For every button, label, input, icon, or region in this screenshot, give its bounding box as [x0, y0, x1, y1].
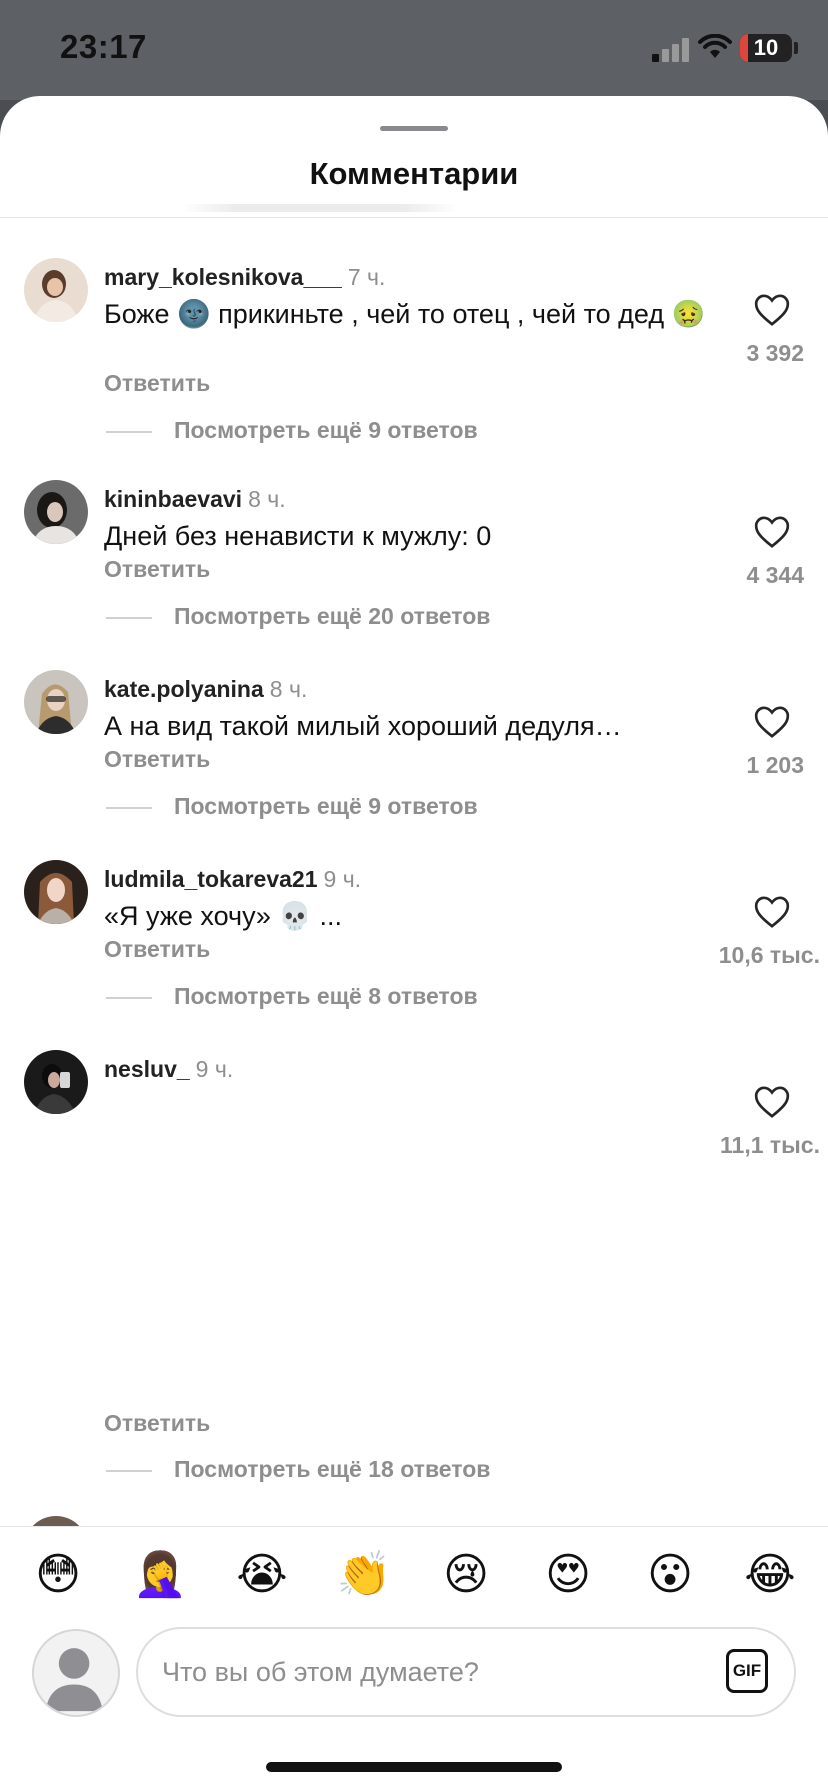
emoji-joy-button[interactable]: 😂: [740, 1545, 800, 1605]
view-replies-label: Посмотреть ещё 18 ответов: [174, 1456, 491, 1482]
heart-outline-icon[interactable]: [752, 290, 792, 330]
comment-time: 8 ч.: [269, 676, 308, 702]
comment-meta: kininbaevavi 8 ч.: [104, 486, 286, 513]
replies-divider: [106, 806, 152, 809]
view-replies-label: Посмотреть ещё 9 ответов: [174, 793, 478, 819]
battery-tip: [794, 42, 798, 54]
scrolled-content-remnant: [180, 204, 460, 212]
like-count: 1 203: [746, 752, 804, 778]
comments-sheet: Комментарии mary_kolesnikova___ 7 ч. Боже…: [0, 96, 828, 1792]
avatar[interactable]: [24, 480, 88, 544]
reply-button[interactable]: Ответить: [104, 936, 210, 963]
avatar[interactable]: [24, 1050, 88, 1114]
comment-meta: ludmila_tokareva21 9 ч.: [104, 866, 361, 893]
comment-text: А на вид такой милый хороший дедуля…: [104, 711, 622, 741]
heart-outline-icon[interactable]: [752, 892, 792, 932]
comment-meta: nesluv_ 9 ч.: [104, 1056, 233, 1083]
like-count: 4 344: [746, 562, 804, 588]
replies-divider: [106, 1469, 152, 1472]
heart-outline-icon[interactable]: [752, 702, 792, 742]
like-count: 11,1 тыс.: [720, 1132, 820, 1158]
like-count: 10,6 тыс.: [718, 942, 820, 968]
emoji-heart-eyes-button[interactable]: 😍: [538, 1545, 598, 1605]
emoji-sob-button[interactable]: 😭: [232, 1545, 292, 1605]
comment-username[interactable]: nesluv_: [104, 1056, 190, 1082]
emoji-flushed-button[interactable]: 😳: [28, 1545, 88, 1605]
comment-meta: mary_kolesnikova___ 7 ч.: [104, 264, 385, 291]
reply-button[interactable]: Ответить: [104, 556, 210, 583]
view-replies-label: Посмотреть ещё 20 ответов: [174, 603, 491, 629]
emoji-clap-button[interactable]: 👏: [334, 1545, 394, 1605]
comment-input[interactable]: [162, 1629, 702, 1715]
sheet-title: Комментарии: [309, 156, 519, 191]
battery-icon: 10: [740, 34, 792, 62]
home-indicator: [266, 1762, 562, 1772]
person-icon[interactable]: [32, 1629, 120, 1717]
header-divider: [0, 217, 828, 218]
comment-text: «Я уже хочу» 💀 ...: [104, 901, 343, 931]
view-replies-button[interactable]: Посмотреть ещё 9 ответов: [106, 793, 478, 820]
comment-username[interactable]: kininbaevavi: [104, 486, 242, 512]
comment-username[interactable]: ludmila_tokareva21: [104, 866, 318, 892]
gif-icon[interactable]: GIF: [726, 1649, 768, 1693]
comment-time: 7 ч.: [347, 264, 386, 290]
emoji-cry-button[interactable]: 😢: [436, 1545, 496, 1605]
view-replies-label: Посмотреть ещё 9 ответов: [174, 417, 478, 443]
reply-button[interactable]: Ответить: [104, 746, 210, 773]
view-replies-button[interactable]: Посмотреть ещё 18 ответов: [106, 1456, 490, 1483]
avatar[interactable]: [24, 258, 88, 322]
comment-input-container[interactable]: GIF: [136, 1627, 796, 1717]
view-replies-label: Посмотреть ещё 8 ответов: [174, 983, 478, 1009]
avatar[interactable]: [24, 860, 88, 924]
emoji-open-mouth-button[interactable]: 😮: [640, 1545, 700, 1605]
reply-button[interactable]: Ответить: [104, 370, 210, 397]
emoji-facepalm-button[interactable]: 🤦‍♀️: [130, 1545, 190, 1605]
view-replies-button[interactable]: Посмотреть ещё 20 ответов: [106, 603, 490, 630]
reply-button[interactable]: Ответить: [104, 1410, 210, 1437]
comment-meta: kate.polyanina 8 ч.: [104, 676, 307, 703]
comment-username[interactable]: mary_kolesnikova___: [104, 264, 342, 290]
battery-level: 10: [753, 35, 779, 60]
status-time: 23:17: [60, 28, 147, 65]
avatar[interactable]: [24, 670, 88, 734]
comment-time: 9 ч.: [195, 1056, 234, 1082]
comment-time: 8 ч.: [248, 486, 286, 512]
sheet-grabber[interactable]: [380, 126, 448, 131]
comment-text: Боже 🌚 прикиньте , чей то отец , чей то …: [104, 299, 706, 329]
wifi-icon: [698, 34, 732, 58]
status-bar: 23:17 10: [0, 0, 828, 100]
comment-text: Дней без ненависти к мужлу: 0: [104, 521, 492, 551]
like-count: 3 392: [746, 340, 804, 366]
view-replies-button[interactable]: Посмотреть ещё 9 ответов: [106, 417, 478, 444]
cellular-signal-icon: [652, 38, 690, 62]
comment-time: 9 ч.: [323, 866, 362, 892]
heart-outline-icon[interactable]: [752, 512, 792, 552]
view-replies-button[interactable]: Посмотреть ещё 8 ответов: [106, 983, 478, 1010]
replies-divider: [106, 996, 152, 999]
quick-emoji-bar: 😳 🤦‍♀️ 😭 👏 😢 😍 😮 😂: [0, 1545, 828, 1605]
heart-outline-icon[interactable]: [752, 1082, 792, 1122]
replies-divider: [106, 616, 152, 619]
comment-composer: 😳 🤦‍♀️ 😭 👏 😢 😍 😮 😂 GIF: [0, 1526, 828, 1792]
replies-divider: [106, 430, 152, 433]
comment-username[interactable]: kate.polyanina: [104, 676, 264, 702]
